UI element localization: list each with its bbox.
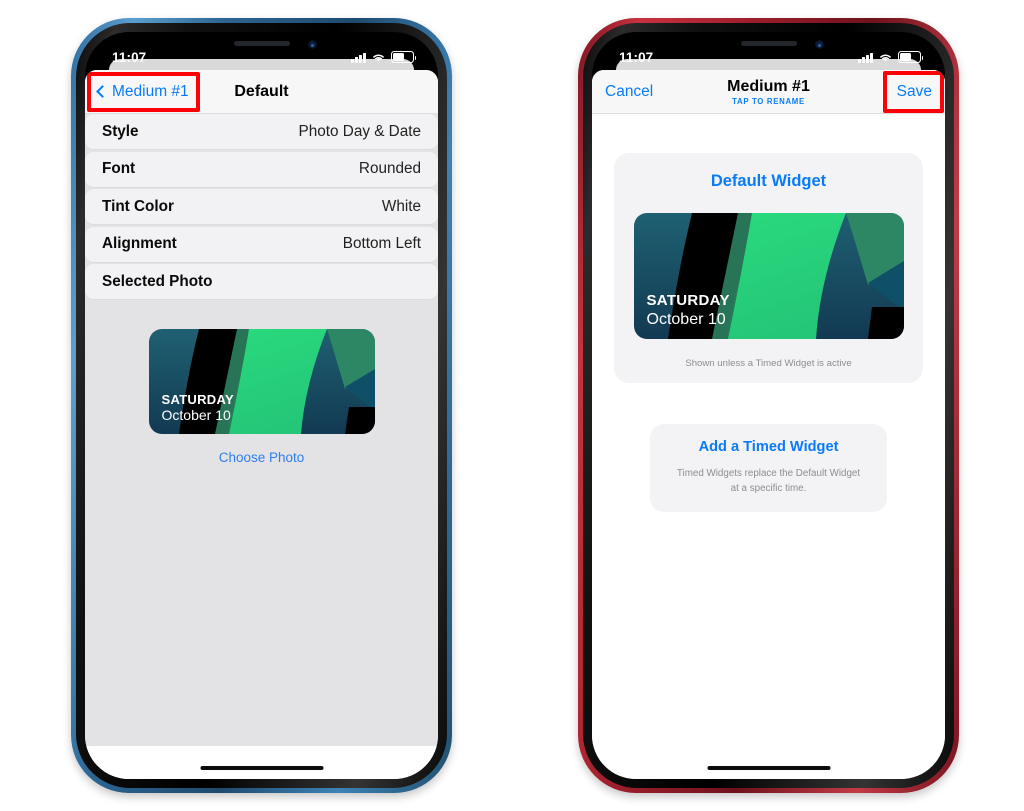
choose-photo-button[interactable]: Choose Photo <box>219 450 305 465</box>
row-label: Selected Photo <box>102 272 213 290</box>
row-value: Rounded <box>358 160 421 177</box>
screenshot-canvas: 11:07 Medium #1 Default Style Photo Day … <box>0 0 1024 811</box>
back-button-highlight: Medium #1 <box>87 71 200 112</box>
left-phone-device: 11:07 Medium #1 Default Style Photo Day … <box>71 18 452 793</box>
status-indicators <box>351 51 417 63</box>
add-timed-widget-button[interactable]: Add a Timed Widget <box>672 439 865 455</box>
back-button-label: Medium #1 <box>112 82 189 100</box>
sheet-bottom-safe-area <box>85 746 438 779</box>
nav-right-slot: Save <box>848 70 945 113</box>
widget-date: October 10 <box>646 310 726 328</box>
selected-photo-area: SATURDAY October 10 Choose Photo <box>85 302 438 467</box>
settings-rows: Style Photo Day & Date Font Rounded Tint… <box>85 114 438 300</box>
widget-day: SATURDAY <box>646 292 730 310</box>
page-title: Medium #1 <box>727 77 810 95</box>
chevron-left-icon <box>96 84 109 98</box>
widget-text: SATURDAY October 10 <box>634 292 730 339</box>
right-phone-screen: 11:07 Cancel Medium #1 TAP TO RENAME Sav… <box>592 32 945 779</box>
right-phone-device: 11:07 Cancel Medium #1 TAP TO RENAME Sav… <box>578 18 959 793</box>
left-modal-sheet: Medium #1 Default Style Photo Day & Date <box>85 70 438 779</box>
front-camera-icon <box>814 40 824 49</box>
save-button[interactable]: Save <box>897 83 932 100</box>
cellular-signal-icon <box>858 52 873 63</box>
add-timed-widget-note: Timed Widgets replace the Default Widget… <box>676 468 861 495</box>
widget-day: SATURDAY <box>161 391 234 407</box>
widget-text: SATURDAY October 10 <box>149 392 234 434</box>
default-widget-title: Default Widget <box>710 172 827 190</box>
table-row[interactable]: Font Rounded <box>85 151 438 188</box>
save-button-highlight: Save <box>882 70 945 113</box>
left-phone-screen: 11:07 Medium #1 Default Style Photo Day … <box>85 32 438 779</box>
default-widget-note: Shown unless a Timed Widget is active <box>685 358 852 369</box>
row-value: Bottom Left <box>342 235 421 252</box>
front-camera-icon <box>307 40 317 49</box>
widget-preview-medium[interactable]: SATURDAY October 10 <box>633 213 904 339</box>
rename-hint: TAP TO RENAME <box>732 96 805 106</box>
back-button[interactable]: Medium #1 <box>96 82 189 100</box>
cellular-signal-icon <box>351 52 366 63</box>
battery-icon <box>898 51 924 63</box>
table-row[interactable]: Tint Color White <box>85 189 438 225</box>
status-time: 11:07 <box>112 49 147 65</box>
add-timed-widget-card[interactable]: Add a Timed Widget Timed Widgets replace… <box>650 424 887 513</box>
row-label: Font <box>102 160 136 177</box>
widget-preview-small[interactable]: SATURDAY October 10 <box>148 328 375 434</box>
battery-icon <box>391 51 417 63</box>
widget-editor-body: Default Widget SATURDAY October 10 Shown… <box>592 114 945 779</box>
settings-list: Style Photo Day & Date Font Rounded Tint… <box>85 114 438 779</box>
row-label: Alignment <box>102 235 177 252</box>
wifi-icon <box>880 54 891 62</box>
table-row[interactable]: Alignment Bottom Left <box>85 226 438 263</box>
table-row[interactable]: Style Photo Day & Date <box>85 114 438 150</box>
right-modal-sheet: Cancel Medium #1 TAP TO RENAME Save Defa… <box>592 70 945 779</box>
right-nav-bar: Cancel Medium #1 TAP TO RENAME Save <box>592 70 945 114</box>
default-widget-card[interactable]: Default Widget SATURDAY October 10 Shown… <box>614 153 923 383</box>
earpiece-speaker-icon <box>740 41 797 46</box>
status-indicators <box>858 51 924 63</box>
status-time: 11:07 <box>619 49 654 65</box>
home-indicator[interactable] <box>200 765 323 770</box>
nav-left-slot: Medium #1 <box>87 71 200 112</box>
row-value: Photo Day & Date <box>298 122 421 140</box>
left-nav-bar: Medium #1 Default <box>85 70 438 114</box>
wifi-icon <box>373 54 384 62</box>
cancel-button[interactable]: Cancel <box>605 83 653 101</box>
widget-date: October 10 <box>161 406 231 423</box>
page-title: Default <box>234 82 289 100</box>
row-label: Tint Color <box>102 197 174 215</box>
row-label: Style <box>102 122 139 140</box>
nav-left-slot: Cancel <box>605 83 689 101</box>
earpiece-speaker-icon <box>233 41 290 46</box>
table-row[interactable]: Selected Photo <box>85 264 438 300</box>
home-indicator[interactable] <box>707 765 830 770</box>
row-value: White <box>381 197 421 215</box>
